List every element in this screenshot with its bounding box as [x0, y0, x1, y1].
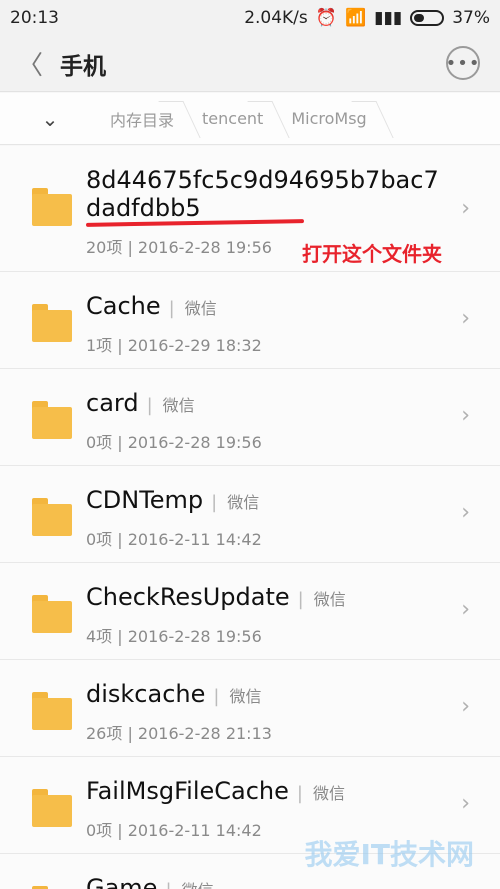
folder-icon — [32, 595, 72, 633]
folder-name: CDNTemp | 微信 — [86, 486, 260, 514]
folder-name: Cache | 微信 — [86, 292, 217, 320]
page-title: 手机 — [60, 53, 106, 80]
breadcrumb: ⌄ 内存目录 tencent MicroMsg — [0, 93, 500, 145]
battery-percent: 37% — [452, 8, 490, 28]
breadcrumb-item-micromsg[interactable]: MicroMsg — [281, 93, 384, 144]
watermark: 我爱IT技术网 — [304, 838, 474, 871]
status-time: 20:13 — [10, 8, 59, 28]
folder-name: CheckResUpdate | 微信 — [86, 583, 346, 611]
breadcrumb-item-memory[interactable]: 内存目录 — [100, 93, 192, 144]
folder-name: diskcache | 微信 — [86, 680, 262, 708]
folder-meta: 1项 | 2016-2-29 18:32 — [86, 336, 262, 355]
signal-icon: ▮▮▮ — [374, 8, 403, 28]
folder-row[interactable]: Cache | 微信 1项 | 2016-2-29 18:32 › — [0, 272, 500, 369]
folder-icon — [32, 188, 72, 226]
folder-icon — [32, 304, 72, 342]
chevron-right-icon: › — [461, 403, 470, 428]
folder-meta: 0项 | 2016-2-11 14:42 — [86, 821, 262, 840]
alarm-icon: ⏰ — [315, 8, 337, 28]
chevron-right-icon: › — [461, 791, 470, 816]
chevron-right-icon: › — [461, 500, 470, 525]
battery-icon — [410, 10, 445, 26]
status-bar: 20:13 2.04K/s ⏰ 📶 ▮▮▮ 37% — [0, 0, 500, 36]
back-button[interactable]: 〈 — [0, 36, 60, 92]
folder-name: card | 微信 — [86, 389, 195, 417]
folder-meta: 4项 | 2016-2-28 19:56 — [86, 627, 262, 646]
chevron-right-icon: › — [461, 597, 470, 622]
folder-row[interactable]: card | 微信 0项 | 2016-2-28 19:56 › — [0, 369, 500, 466]
breadcrumb-toggle[interactable]: ⌄ — [0, 93, 100, 144]
folder-meta: 26项 | 2016-2-28 21:13 — [86, 724, 272, 743]
network-speed: 2.04K/s — [244, 8, 308, 28]
status-right: 2.04K/s ⏰ 📶 ▮▮▮ 37% — [244, 8, 490, 28]
chevron-right-icon: › — [461, 694, 470, 719]
folder-row[interactable]: CheckResUpdate | 微信 4项 | 2016-2-28 19:56 › — [0, 563, 500, 660]
folder-name: FailMsgFileCache | 微信 — [86, 777, 345, 805]
chevron-right-icon: › — [461, 196, 470, 221]
annotation-note: 打开这个文件夹 — [302, 242, 442, 266]
folder-name: Game|微信 — [86, 874, 214, 889]
folder-meta: 0项 | 2016-2-11 14:42 — [86, 530, 262, 549]
more-options-button[interactable]: ••• — [446, 46, 480, 80]
header: 〈 手机 ••• — [0, 36, 500, 92]
folder-meta: 0项 | 2016-2-28 19:56 — [86, 433, 262, 452]
folder-row[interactable]: diskcache | 微信 26项 | 2016-2-28 21:13 › — [0, 660, 500, 757]
folder-icon — [32, 401, 72, 439]
folder-row[interactable]: CDNTemp | 微信 0项 | 2016-2-11 14:42 › — [0, 466, 500, 563]
ellipsis-icon: ••• — [445, 52, 481, 74]
chevron-down-icon: ⌄ — [41, 106, 59, 131]
folder-name: 8d44675fc5c9d94695b7bac7 dadfdbb5 — [86, 166, 439, 222]
chevron-left-icon: 〈 — [16, 51, 43, 81]
breadcrumb-item-tencent[interactable]: tencent — [192, 93, 281, 144]
folder-icon — [32, 692, 72, 730]
folder-icon — [32, 498, 72, 536]
folder-icon — [32, 789, 72, 827]
wifi-icon: 📶 — [344, 8, 367, 28]
chevron-right-icon: › — [461, 306, 470, 331]
folder-meta: 20项 | 2016-2-28 19:56 — [86, 238, 272, 257]
